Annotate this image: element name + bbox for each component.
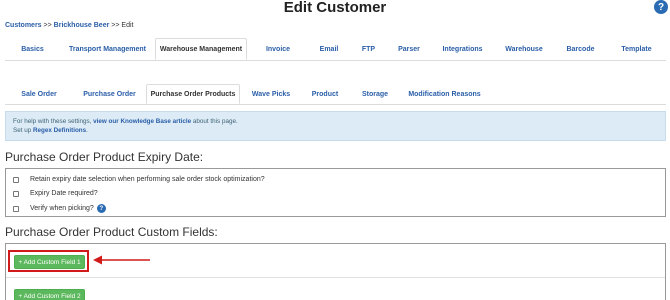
arrow-left-icon [93,255,150,265]
tab-warehouse-management[interactable]: Warehouse Management [155,38,247,60]
custom-fields-panel: + Add Custom Field 1 + Add Custom Field … [5,243,666,300]
breadcrumb-customers-link[interactable]: Customers [5,22,42,29]
retain-expiry-label: Retain expiry date selection when perfor… [30,176,265,183]
expiry-panel: Retain expiry date selection when perfor… [5,168,666,217]
info-line-2: Set up Regex Definitions. [13,126,658,135]
tab-basics[interactable]: Basics [5,38,60,60]
verify-picking-label: Verify when picking? [30,205,94,212]
breadcrumb-current: Edit [121,22,134,29]
tab-barcode[interactable]: Barcode [553,38,608,60]
breadcrumb-brand-link[interactable]: Brickhouse Beer [54,22,110,29]
panel-divider [6,277,665,278]
tab-purchase-order[interactable]: Purchase Order [73,84,146,104]
tab-invoice[interactable]: Invoice [247,38,309,60]
highlight-box [8,250,89,272]
page-title: Edit Customer [283,0,387,16]
expiry-section-title: Purchase Order Product Expiry Date: [5,150,204,164]
retain-expiry-option[interactable]: Retain expiry date selection when perfor… [13,176,265,183]
main-tab-bar: Basics Transport Management Warehouse Ma… [5,38,666,61]
regex-definitions-link[interactable]: Regex Definitions [33,127,86,134]
info-line-1: For help with these settings, view our K… [13,117,658,126]
expiry-required-label: Expiry Date required? [30,190,98,197]
tab-modification-reasons[interactable]: Modification Reasons [402,84,487,104]
tab-wave-picks[interactable]: Wave Picks [240,84,302,104]
breadcrumb: Customers >> Brickhouse Beer >> Edit [5,22,133,29]
info-text: about this page. [192,118,238,125]
tab-email[interactable]: Email [309,38,349,60]
help-icon[interactable]: ? [654,0,668,14]
tab-ftp[interactable]: FTP [349,38,388,60]
tab-transport-management[interactable]: Transport Management [60,38,155,60]
breadcrumb-separator: >> [43,22,52,29]
tab-parser[interactable]: Parser [388,38,430,60]
tab-template[interactable]: Template [608,38,665,60]
breadcrumb-separator: >> [111,22,120,29]
sub-tab-bar: Sale Order Purchase Order Purchase Order… [5,84,666,105]
info-text: Set up [13,127,32,134]
info-box: For help with these settings, view our K… [5,111,666,141]
tab-warehouse[interactable]: Warehouse [495,38,553,60]
tab-sale-order[interactable]: Sale Order [5,84,73,104]
verify-picking-checkbox[interactable] [13,205,19,212]
question-help-icon[interactable]: ? [96,204,106,213]
expiry-required-checkbox[interactable] [13,190,19,197]
retain-expiry-checkbox[interactable] [13,176,19,183]
expiry-required-option[interactable]: Expiry Date required? [13,190,98,197]
knowledge-base-link[interactable]: view our Knowledge Base article [93,118,191,125]
tab-product[interactable]: Product [302,84,348,104]
tab-storage[interactable]: Storage [348,84,402,104]
custom-fields-section-title: Purchase Order Product Custom Fields: [5,225,218,239]
verify-picking-option[interactable]: Verify when picking? ? [13,204,106,213]
info-text: For help with these settings, [13,118,92,125]
info-text: . [86,127,88,134]
tab-integrations[interactable]: Integrations [430,38,495,60]
tab-purchase-order-products[interactable]: Purchase Order Products [146,84,240,104]
add-custom-field-2-button[interactable]: + Add Custom Field 2 [14,289,85,300]
